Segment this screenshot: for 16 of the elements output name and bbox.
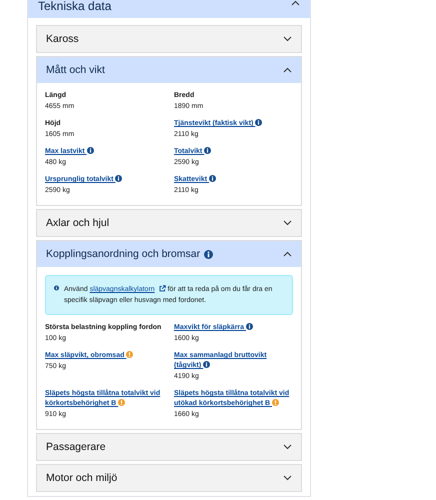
chevron-up-icon bbox=[283, 67, 292, 73]
chevron-down-icon bbox=[283, 220, 292, 226]
section-header[interactable]: Axlar och hjul bbox=[37, 210, 301, 236]
section-header[interactable]: Motor och miljö bbox=[37, 465, 301, 491]
chevron-up-icon bbox=[283, 251, 292, 257]
panel-header[interactable]: Tekniska data bbox=[28, 0, 310, 18]
info-icon bbox=[54, 284, 59, 292]
chevron-up-icon bbox=[291, 0, 300, 6]
chevron-down-icon bbox=[283, 36, 292, 42]
section-header[interactable]: Passagerare bbox=[37, 434, 301, 460]
section-header[interactable]: Kopplingsanordning och bromsar bbox=[37, 241, 301, 267]
chevron-down-icon bbox=[283, 475, 292, 481]
chevron-down-icon bbox=[283, 444, 292, 450]
external-link-icon bbox=[158, 285, 166, 292]
section-header[interactable]: Mått och vikt bbox=[37, 57, 301, 83]
section-header[interactable]: Kaross bbox=[37, 26, 301, 52]
